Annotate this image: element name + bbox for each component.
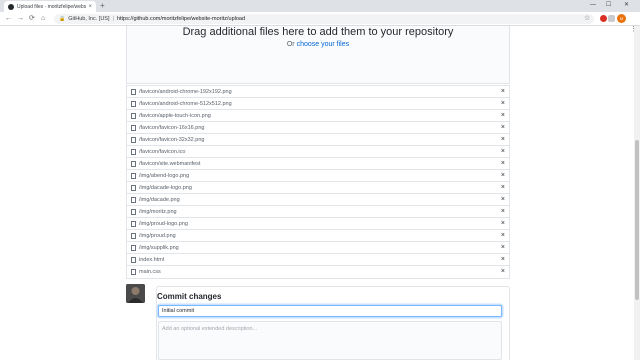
remove-file-icon[interactable]: × xyxy=(501,123,505,132)
maximize-button[interactable]: ☐ xyxy=(606,1,611,10)
file-icon xyxy=(131,112,136,119)
tab-title: Upload files · moritzfelipe/website xyxy=(17,3,87,10)
minimize-button[interactable]: — xyxy=(590,1,596,10)
profile-avatar[interactable]: M xyxy=(617,14,626,23)
file-row: /img/proud.png × xyxy=(127,230,509,242)
remove-file-icon[interactable]: × xyxy=(501,243,505,252)
uploaded-file-list: /favicon/android-chrome-192x192.png ×/fav… xyxy=(126,85,510,279)
file-row: /favicon/favicon-32x32.png × xyxy=(127,134,509,146)
file-name: /favicon/favicon.ico xyxy=(139,148,186,155)
file-icon xyxy=(131,148,136,155)
file-name: /img/dacade-logo.png xyxy=(139,184,192,191)
remove-file-icon[interactable]: × xyxy=(501,135,505,144)
file-name: /favicon/site.webmanifest xyxy=(139,160,201,167)
extension-icon[interactable] xyxy=(608,15,615,22)
file-name: /img/dacade.png xyxy=(139,196,180,203)
remove-file-icon[interactable]: × xyxy=(501,183,505,192)
file-icon xyxy=(131,196,136,203)
remove-file-icon[interactable]: × xyxy=(501,147,505,156)
file-icon xyxy=(131,232,136,239)
bookmark-star-icon[interactable]: ☆ xyxy=(584,14,590,24)
tab-close-icon[interactable]: × xyxy=(88,4,92,10)
home-icon[interactable]: ⌂ xyxy=(41,14,45,24)
file-row: /img/dacade.png × xyxy=(127,194,509,206)
file-row: /favicon/favicon.ico × xyxy=(127,146,509,158)
file-row: /favicon/apple-touch-icon.png × xyxy=(127,110,509,122)
file-row: /favicon/android-chrome-192x192.png × xyxy=(127,86,509,98)
file-name: main.css xyxy=(139,269,161,275)
url-text[interactable]: https://github.com/moritzfelipe/website-… xyxy=(117,16,245,22)
back-icon[interactable]: ← xyxy=(5,14,12,24)
remove-file-icon[interactable]: × xyxy=(501,171,505,180)
file-row: /img/abend-logo.png × xyxy=(127,170,509,182)
close-window-button[interactable]: ✕ xyxy=(624,1,629,10)
file-icon xyxy=(131,184,136,191)
file-icon xyxy=(131,256,136,263)
file-name: /favicon/android-chrome-512x512.png xyxy=(139,100,232,107)
file-icon xyxy=(131,220,136,227)
file-name: /favicon/favicon-16x16.png xyxy=(139,124,205,131)
commit-description-input[interactable] xyxy=(158,321,502,360)
file-name: /favicon/favicon-32x32.png xyxy=(139,136,205,143)
file-name: /img/proud.png xyxy=(139,232,176,239)
url-separator: | xyxy=(112,16,114,22)
reload-icon[interactable]: ⟳ xyxy=(29,14,35,24)
address-bar[interactable]: 🔒 GitHub, Inc. [US] | https://github.com… xyxy=(54,14,594,24)
browser-tab[interactable]: Upload files · moritzfelipe/website × xyxy=(4,1,96,12)
remove-file-icon[interactable]: × xyxy=(501,255,505,264)
user-avatar xyxy=(126,284,145,303)
lock-icon: 🔒 xyxy=(59,16,66,22)
file-icon xyxy=(131,172,136,179)
file-name: /img/moritz.png xyxy=(139,208,177,215)
file-icon xyxy=(131,269,136,275)
choose-files-link[interactable]: choose your files xyxy=(297,41,350,48)
file-icon xyxy=(131,124,136,131)
remove-file-icon[interactable]: × xyxy=(501,219,505,228)
browser-toolbar: ← → ⟳ ⌂ 🔒 GitHub, Inc. [US] | https://gi… xyxy=(0,12,640,33)
commit-summary-input[interactable] xyxy=(158,305,502,317)
file-icon xyxy=(131,136,136,143)
remove-file-icon[interactable]: × xyxy=(501,87,505,96)
new-tab-button[interactable]: + xyxy=(100,1,105,11)
drop-zone-subtitle: Or choose your files xyxy=(127,41,509,48)
file-drop-zone[interactable]: Drag additional files here to add them t… xyxy=(126,26,510,84)
file-icon xyxy=(131,208,136,215)
file-icon xyxy=(131,100,136,107)
drop-zone-title: Drag additional files here to add them t… xyxy=(182,26,454,38)
commit-changes-heading: Commit changes xyxy=(157,292,222,301)
tab-strip: Upload files · moritzfelipe/website × + … xyxy=(0,0,640,12)
file-name: /favicon/android-chrome-192x192.png xyxy=(139,88,232,95)
file-icon xyxy=(131,244,136,251)
remove-file-icon[interactable]: × xyxy=(501,267,505,276)
file-name: /img/supplik.png xyxy=(139,244,179,251)
remove-file-icon[interactable]: × xyxy=(501,99,505,108)
file-row: /favicon/site.webmanifest × xyxy=(127,158,509,170)
file-name: /img/abend-logo.png xyxy=(139,172,190,179)
extension-icon[interactable] xyxy=(600,15,607,22)
file-icon xyxy=(131,88,136,95)
remove-file-icon[interactable]: × xyxy=(501,159,505,168)
remove-file-icon[interactable]: × xyxy=(501,195,505,204)
file-row: /img/dacade-logo.png × xyxy=(127,182,509,194)
file-row: /favicon/android-chrome-512x512.png × xyxy=(127,98,509,110)
file-row: main.css × xyxy=(127,266,509,278)
page-scrollbar-thumb[interactable] xyxy=(635,140,639,300)
remove-file-icon[interactable]: × xyxy=(501,231,505,240)
file-row: index.html × xyxy=(127,254,509,266)
site-identity: GitHub, Inc. [US] xyxy=(68,16,110,22)
file-row: /img/proud-logo.png × xyxy=(127,218,509,230)
remove-file-icon[interactable]: × xyxy=(501,207,505,216)
file-row: /img/moritz.png × xyxy=(127,206,509,218)
file-name: /favicon/apple-touch-icon.png xyxy=(139,112,211,119)
file-row: /favicon/favicon-16x16.png × xyxy=(127,122,509,134)
or-text: Or xyxy=(286,41,297,48)
file-name: /img/proud-logo.png xyxy=(139,220,188,227)
github-favicon-icon xyxy=(8,3,14,10)
forward-icon[interactable]: → xyxy=(17,14,24,24)
file-name: index.html xyxy=(139,256,165,263)
file-row: /img/supplik.png × xyxy=(127,242,509,254)
file-icon xyxy=(131,160,136,167)
remove-file-icon[interactable]: × xyxy=(501,111,505,120)
